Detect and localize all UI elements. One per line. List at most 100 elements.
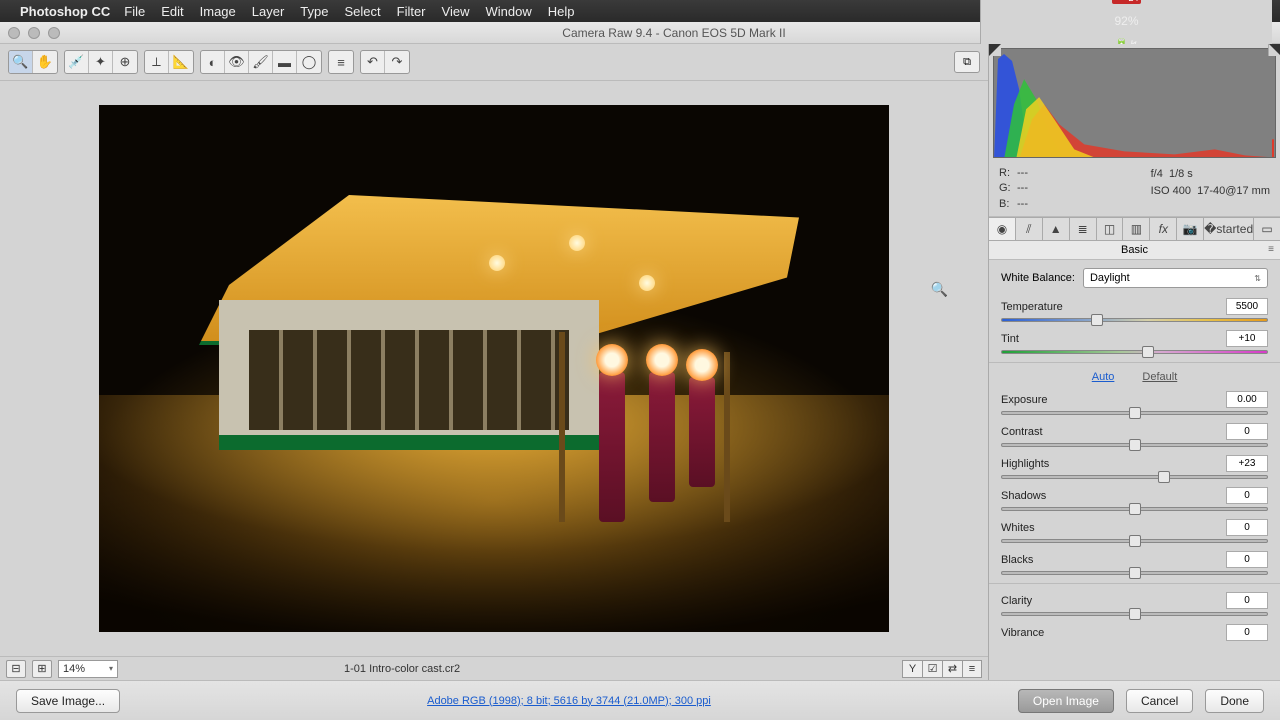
blacks-thumb[interactable]	[1129, 567, 1141, 579]
tab-curve[interactable]: ⫽	[1016, 218, 1043, 240]
save-image-button[interactable]: Save Image...	[16, 689, 120, 713]
done-button[interactable]: Done	[1205, 689, 1264, 713]
app-name[interactable]: Photoshop CC	[20, 4, 110, 19]
shadows-track[interactable]	[1001, 507, 1268, 511]
menu-window[interactable]: Window	[485, 4, 531, 19]
menu-view[interactable]: View	[442, 4, 470, 19]
slider-tint: Tint+10	[1001, 330, 1268, 354]
contrast-value[interactable]: 0	[1226, 423, 1268, 440]
exposure-thumb[interactable]	[1129, 407, 1141, 419]
contrast-thumb[interactable]	[1129, 439, 1141, 451]
tint-thumb[interactable]	[1142, 346, 1154, 358]
cancel-button[interactable]: Cancel	[1126, 689, 1193, 713]
tab-detail[interactable]: ▲	[1043, 218, 1070, 240]
auto-link[interactable]: Auto	[1092, 371, 1115, 383]
blacks-track[interactable]	[1001, 571, 1268, 575]
rotate-cw-tool[interactable]: ↷	[385, 51, 409, 73]
highlights-thumb[interactable]	[1158, 471, 1170, 483]
zoom-out-button[interactable]: ⊟	[6, 660, 26, 678]
highlights-track[interactable]	[1001, 475, 1268, 479]
toolbar: 🔍 ✋ 💉 ✦ ⊕ ⟂ 📐 ◐ 👁 🖌 ▬ ◯ ≡	[0, 44, 988, 81]
menu-file[interactable]: File	[124, 4, 145, 19]
clarity-value[interactable]: 0	[1226, 592, 1268, 609]
zoom-in-button[interactable]: ⊞	[32, 660, 52, 678]
adjustment-brush-tool[interactable]: 🖌	[249, 51, 273, 73]
preferences-tool[interactable]: ≡	[329, 51, 353, 73]
radial-filter-tool[interactable]: ◯	[297, 51, 321, 73]
zoom-window-button[interactable]	[48, 27, 60, 39]
zoom-tool[interactable]: 🔍	[9, 51, 33, 73]
contrast-track[interactable]	[1001, 443, 1268, 447]
tab-lens[interactable]: ▥	[1123, 218, 1150, 240]
shadows-thumb[interactable]	[1129, 503, 1141, 515]
default-link[interactable]: Default	[1142, 371, 1177, 383]
tab-presets[interactable]: �started	[1204, 218, 1254, 240]
settings-button[interactable]: ≡	[962, 660, 982, 678]
tab-basic[interactable]: ◉	[989, 218, 1016, 240]
tint-track[interactable]	[1001, 350, 1268, 354]
panel-menu-icon[interactable]: ≡	[1268, 244, 1274, 255]
temperature-thumb[interactable]	[1091, 314, 1103, 326]
checkbox-button[interactable]: ☑	[922, 660, 942, 678]
clarity-track[interactable]	[1001, 612, 1268, 616]
clarity-thumb[interactable]	[1129, 608, 1141, 620]
temperature-track[interactable]	[1001, 318, 1268, 322]
crop-tool[interactable]: ⟂	[145, 51, 169, 73]
menu-select[interactable]: Select	[344, 4, 380, 19]
menu-type[interactable]: Type	[300, 4, 328, 19]
shadow-clip-icon[interactable]	[989, 44, 1001, 56]
wb-label: White Balance:	[1001, 272, 1075, 284]
menu-edit[interactable]: Edit	[161, 4, 183, 19]
mac-menubar: Photoshop CC File Edit Image Layer Type …	[0, 0, 1280, 22]
g-value: ---	[1017, 182, 1028, 194]
menu-help[interactable]: Help	[548, 4, 575, 19]
workflow-link[interactable]: Adobe RGB (1998); 8 bit; 5616 by 3744 (2…	[427, 695, 711, 707]
vibrance-value[interactable]: 0	[1226, 624, 1268, 641]
panel-title: Basic ≡	[989, 241, 1280, 260]
swap-button[interactable]: ⇄	[942, 660, 962, 678]
menu-layer[interactable]: Layer	[252, 4, 285, 19]
target-adjust-tool[interactable]: ⊕	[113, 51, 137, 73]
close-window-button[interactable]	[8, 27, 20, 39]
iso: ISO 400	[1151, 185, 1191, 197]
compare-button[interactable]: Y	[902, 660, 922, 678]
bottom-bar: Save Image... Adobe RGB (1998); 8 bit; 5…	[0, 680, 1280, 720]
shadows-value[interactable]: 0	[1226, 487, 1268, 504]
tab-split[interactable]: ◫	[1097, 218, 1124, 240]
tint-value[interactable]: +10	[1226, 330, 1268, 347]
straighten-tool[interactable]: 📐	[169, 51, 193, 73]
graduated-filter-tool[interactable]: ▬	[273, 51, 297, 73]
battery-pct: 92%	[1114, 14, 1138, 28]
tab-camera[interactable]: 📷	[1177, 218, 1204, 240]
preview-toggle[interactable]: ⧉	[954, 51, 980, 73]
color-sampler-tool[interactable]: ✦	[89, 51, 113, 73]
rotate-ccw-tool[interactable]: ↶	[361, 51, 385, 73]
whites-value[interactable]: 0	[1226, 519, 1268, 536]
menu-image[interactable]: Image	[200, 4, 236, 19]
exposure-value[interactable]: 0.00	[1226, 391, 1268, 408]
hand-tool[interactable]: ✋	[33, 51, 57, 73]
r-value: ---	[1017, 167, 1028, 179]
blacks-value[interactable]: 0	[1226, 551, 1268, 568]
minimize-window-button[interactable]	[28, 27, 40, 39]
highlight-clip-icon[interactable]	[1268, 44, 1280, 56]
histogram[interactable]	[993, 48, 1276, 158]
highlights-value[interactable]: +23	[1226, 455, 1268, 472]
tab-fx[interactable]: fx	[1150, 218, 1177, 240]
redeye-tool[interactable]: 👁	[225, 51, 249, 73]
calendar-icon[interactable]: WED24	[1112, 0, 1140, 4]
wb-tool[interactable]: 💉	[65, 51, 89, 73]
whites-thumb[interactable]	[1129, 535, 1141, 547]
wb-select[interactable]: Daylight ⇅	[1083, 268, 1268, 288]
exposure-track[interactable]	[1001, 411, 1268, 415]
canvas[interactable]: 🔍	[0, 81, 988, 656]
tab-snapshots[interactable]: ▭	[1254, 218, 1280, 240]
menu-filter[interactable]: Filter	[397, 4, 426, 19]
whites-track[interactable]	[1001, 539, 1268, 543]
open-image-button[interactable]: Open Image	[1018, 689, 1114, 713]
spot-removal-tool[interactable]: ◐	[201, 51, 225, 73]
temperature-value[interactable]: 5500	[1226, 298, 1268, 315]
zoom-level-field[interactable]: 14% ▾	[58, 660, 118, 678]
tab-hsl[interactable]: ≣	[1070, 218, 1097, 240]
status-bar: ⊟ ⊞ 14% ▾ 1-01 Intro-color cast.cr2 Y ☑ …	[0, 656, 988, 680]
